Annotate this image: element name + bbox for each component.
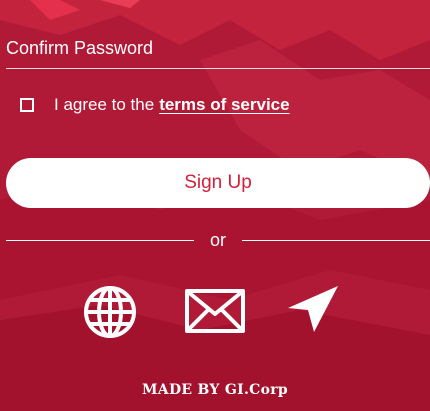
sign-up-button[interactable]: Sign Up (6, 158, 430, 208)
divider-left (6, 240, 194, 241)
globe-icon[interactable] (82, 284, 138, 340)
terms-agreement-row: I agree to the terms of service (20, 94, 290, 116)
terms-of-service-link[interactable]: terms of service (159, 95, 289, 115)
or-divider-label: or (209, 230, 226, 250)
footer-credit: MADE BY GI.Corp (141, 382, 289, 398)
confirm-password-field[interactable] (6, 30, 430, 69)
send-icon[interactable] (284, 284, 340, 334)
mail-icon[interactable] (184, 288, 246, 334)
divider-right (242, 240, 430, 241)
agree-label: I agree to the (54, 95, 155, 114)
confirm-password-input[interactable] (6, 30, 430, 66)
terms-checkbox[interactable] (20, 98, 34, 112)
